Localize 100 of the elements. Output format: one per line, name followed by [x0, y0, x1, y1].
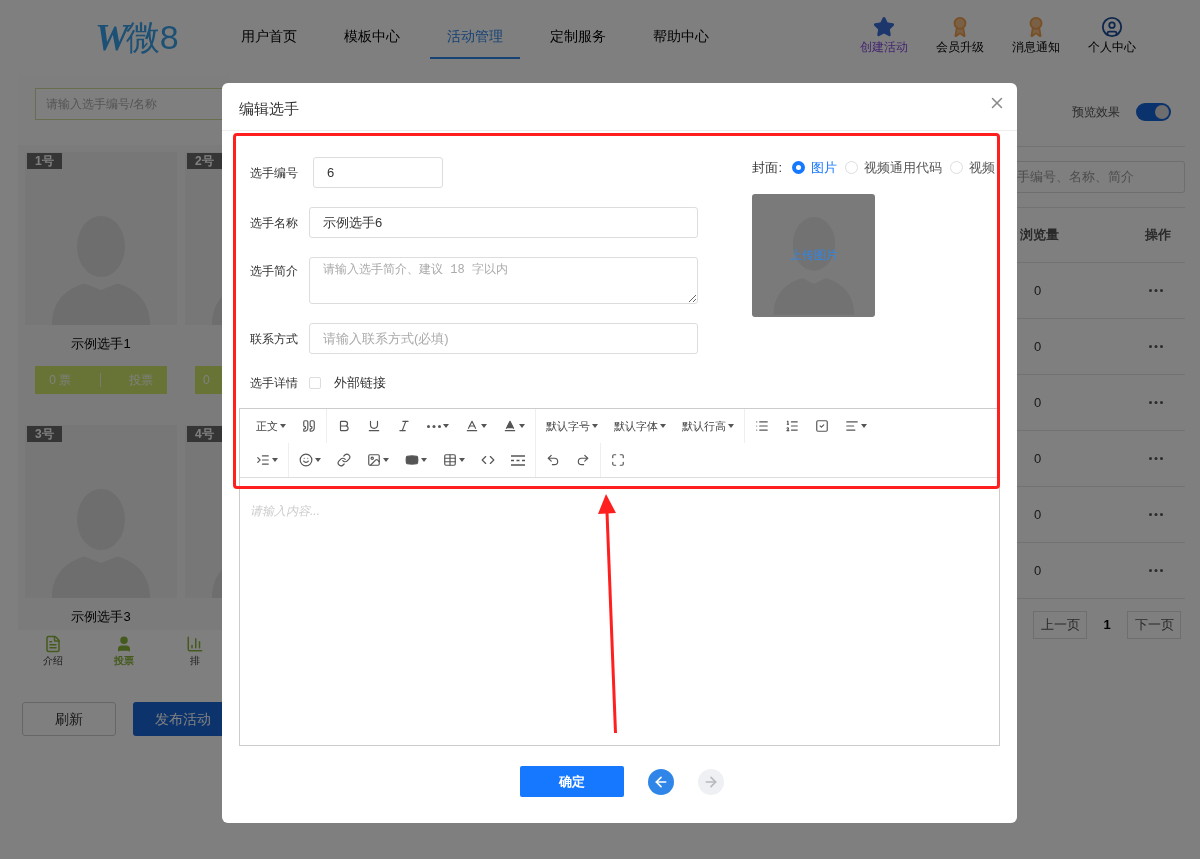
bullet-list-icon [755, 419, 769, 433]
field-label: 选手简介 [250, 263, 299, 280]
contestant-name: 示例选手3 [70, 608, 132, 626]
caret-icon [519, 424, 525, 428]
more-icon[interactable] [1149, 289, 1163, 292]
nav-tab[interactable]: 定制服务 [533, 0, 623, 59]
page-number[interactable]: 1 [1087, 615, 1127, 635]
vote-count: 0 [203, 372, 210, 389]
number-field[interactable]: 6 [313, 157, 443, 188]
caret-icon [861, 424, 867, 428]
refresh-button[interactable]: 刷新 [22, 702, 116, 736]
back-button[interactable] [648, 768, 674, 795]
dialog-title: 编辑选手 [239, 99, 299, 120]
header-action[interactable]: 会员升级 [922, 0, 998, 75]
toggle-label: 预览效果 [1072, 103, 1120, 121]
user-icon [1101, 16, 1123, 38]
confirm-button[interactable]: 确定 [520, 766, 624, 797]
nav-tab[interactable]: 活动管理 [430, 0, 520, 59]
number-badge: 1号 [27, 153, 62, 169]
header-action[interactable]: 消息通知 [998, 0, 1074, 75]
nav-tab[interactable]: 模板中心 [327, 0, 417, 59]
document-icon [44, 634, 63, 653]
format-dropdown[interactable]: 默认字体 [606, 409, 674, 443]
link-icon [337, 453, 351, 467]
field-label: 选手编号 [250, 164, 299, 182]
smiley-icon [299, 453, 313, 467]
video-icon [405, 453, 419, 467]
field-label: 选手名称 [250, 214, 299, 232]
radio-option[interactable]: 视频通用代码 [845, 158, 942, 178]
bottom-tab[interactable]: 介绍 [18, 630, 89, 672]
contact-field[interactable]: 请输入联系方式(必填) [309, 323, 698, 354]
caret-icon [443, 424, 449, 428]
intro-field[interactable]: 请输入选手简介、建议 18 字以内 [309, 257, 698, 304]
bottom-tab[interactable]: 排 [159, 630, 230, 672]
font-color-icon [465, 419, 479, 433]
bold-icon [337, 419, 351, 433]
preview-toggle[interactable] [1136, 102, 1171, 121]
radio-button[interactable] [792, 161, 805, 175]
table-cell-text: 0 [1034, 281, 1042, 300]
align-icon [845, 419, 859, 433]
table-cell-text: 0 [1034, 393, 1042, 412]
column-header: 浏览量 [1019, 226, 1059, 245]
caret-icon [280, 424, 286, 428]
nav-tab[interactable]: 用户首页 [224, 0, 314, 59]
radio-option[interactable]: 图片 [792, 158, 837, 178]
more-icon[interactable] [1149, 401, 1163, 404]
header-action[interactable]: 创建活动 [846, 0, 922, 75]
image-icon [367, 453, 381, 467]
more-icon[interactable] [1149, 569, 1163, 572]
numbered-list-icon [785, 419, 799, 433]
field-label: 联系方式 [250, 330, 299, 348]
cover-label: 封面: [752, 159, 782, 177]
format-dropdown[interactable]: 默认字号 [538, 409, 606, 443]
vote-count: 0 票 [49, 372, 72, 389]
format-dropdown[interactable]: 正文 [248, 409, 294, 443]
divider-icon [511, 454, 525, 466]
more-icon[interactable] [1149, 345, 1163, 348]
table-cell-text: 0 [1034, 449, 1042, 468]
bar-chart-icon [185, 634, 204, 653]
code-icon [481, 453, 495, 467]
italic-icon [397, 419, 411, 433]
caret-icon [383, 458, 389, 462]
table-cell-text: 0 [1034, 561, 1042, 580]
number-badge: 4号 [187, 426, 222, 442]
number-badge: 2号 [187, 153, 222, 169]
checkbox[interactable] [309, 376, 321, 389]
column-header: 操作 [1145, 226, 1171, 245]
checklist-icon [815, 419, 829, 433]
indent-icon [256, 453, 270, 467]
header-action[interactable]: 个人中心 [1074, 0, 1150, 75]
table-icon [443, 453, 457, 467]
quote-icon [302, 419, 316, 433]
caret-icon [592, 424, 598, 428]
underline-icon [367, 419, 381, 433]
highlight-icon [503, 419, 517, 433]
more-icon[interactable] [1149, 457, 1163, 460]
caret-icon [660, 424, 666, 428]
table-cell-text: 0 [1034, 337, 1042, 356]
person-icon [115, 634, 133, 653]
radio-option[interactable]: 视频 [950, 158, 995, 178]
number-badge: 3号 [27, 426, 62, 442]
format-dropdown[interactable]: 默认行高 [674, 409, 742, 443]
more-icon [427, 424, 441, 428]
caret-icon [421, 458, 427, 462]
caret-icon [481, 424, 487, 428]
table-cell-text: 0 [1034, 505, 1042, 524]
name-field[interactable]: 示例选手6 [309, 207, 698, 238]
caret-icon [272, 458, 278, 462]
caret-icon [728, 424, 734, 428]
field-label: 选手详情 [250, 374, 299, 392]
caret-icon [459, 458, 465, 462]
star-icon [873, 16, 895, 38]
contestant-name: 示例选手1 [70, 335, 132, 353]
undo-icon [546, 453, 560, 467]
checkbox-label: 外部链接 [334, 374, 386, 392]
nav-tab[interactable]: 帮助中心 [636, 0, 726, 59]
fullscreen-icon [611, 453, 625, 467]
redo-icon [576, 453, 590, 467]
caret-icon [315, 458, 321, 462]
more-icon[interactable] [1149, 513, 1163, 516]
